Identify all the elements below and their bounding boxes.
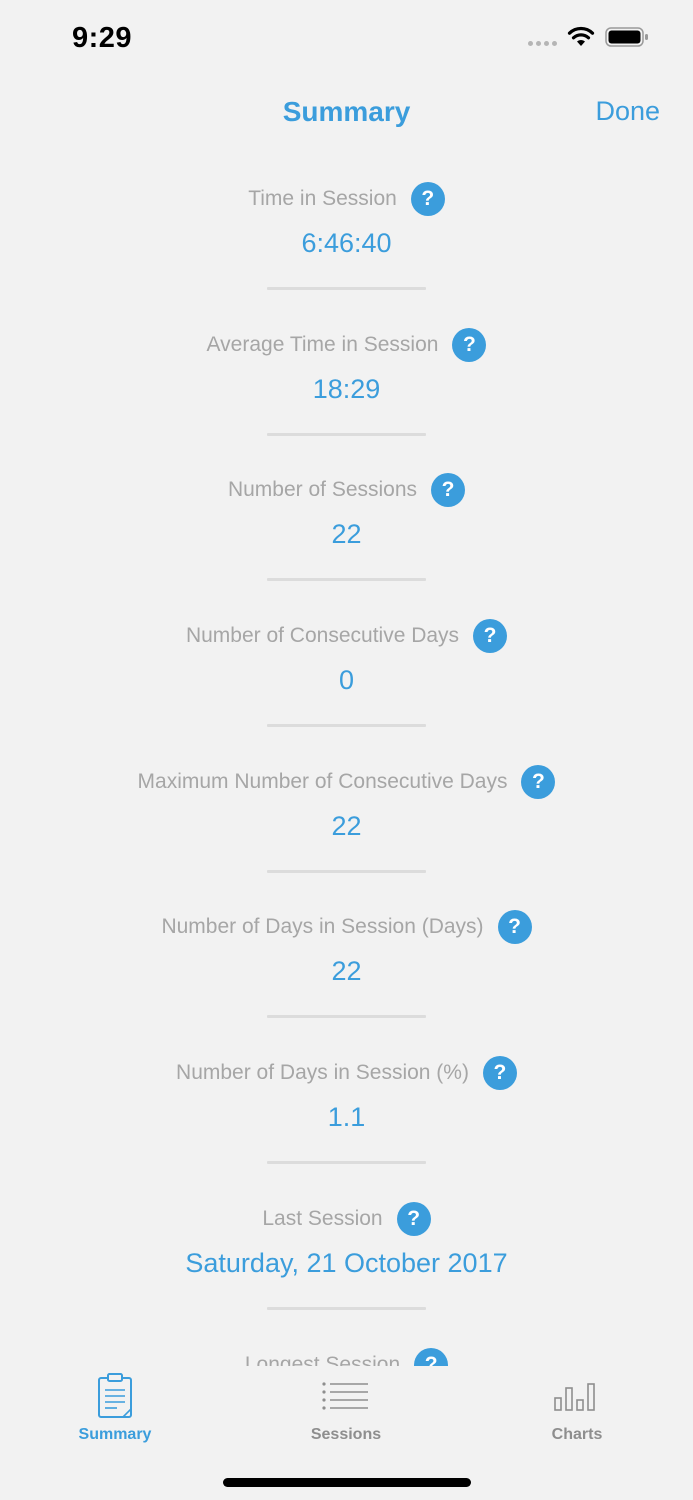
stat-label: Longest Session	[244, 1352, 401, 1367]
navigation-bar: Summary Done	[0, 80, 693, 144]
tab-charts[interactable]: Charts	[497, 1372, 657, 1452]
list-icon	[322, 1382, 368, 1410]
help-icon[interactable]: ?	[431, 473, 466, 508]
stat-average-time-in-session: Average Time in Session ? 18:29	[0, 306, 693, 452]
stat-max-consecutive-days: Maximum Number of Consecutive Days ? 22	[0, 743, 693, 889]
help-icon[interactable]: ?	[497, 910, 532, 945]
stat-value: 18:29	[312, 373, 381, 404]
stat-value: 1.1	[327, 1102, 366, 1133]
summary-list[interactable]: Time in Session ? 6:46:40 Average Time i…	[0, 160, 693, 1366]
help-icon[interactable]: ?	[482, 1056, 517, 1091]
divider	[267, 724, 426, 728]
stat-last-session: Last Session ? Saturday, 21 October 2017	[0, 1180, 693, 1326]
bar-chart-icon	[554, 1383, 595, 1411]
tab-label: Charts	[551, 1426, 603, 1443]
stat-consecutive-days: Number of Consecutive Days ? 0	[0, 597, 693, 743]
status-time: 9:29	[72, 22, 133, 54]
stat-value: 6:46:40	[301, 228, 392, 258]
divider	[267, 869, 426, 873]
status-bar: 9:29	[0, 0, 693, 80]
divider	[267, 1161, 426, 1165]
stat-label: Number of Consecutive Days	[185, 624, 460, 648]
stat-value: 22	[331, 810, 362, 841]
stat-label: Average Time in Session	[206, 332, 439, 356]
stat-label: Number of Days in Session (%)	[176, 1061, 469, 1085]
divider	[267, 287, 426, 290]
divider	[267, 432, 426, 436]
stat-days-in-session-percent: Number of Days in Session (%) ? 1.1	[0, 1034, 693, 1180]
wifi-icon	[567, 26, 595, 46]
stat-value: 22	[331, 519, 362, 550]
home-indicator[interactable]	[223, 1478, 471, 1487]
stat-time-in-session: Time in Session ? 6:46:40	[0, 160, 693, 306]
help-icon[interactable]: ?	[410, 182, 445, 216]
stat-longest-session: Longest Session ?	[0, 1326, 693, 1367]
summary-screen: 9:29 Summary Done Time in Session ? 6:46…	[0, 0, 693, 1500]
stat-label: Time in Session	[248, 187, 397, 210]
tab-sessions[interactable]: Sessions	[266, 1372, 426, 1452]
done-button[interactable]: Done	[595, 96, 660, 127]
help-icon[interactable]: ?	[396, 1201, 431, 1236]
battery-icon	[605, 27, 648, 47]
tab-label: Summary	[78, 1426, 152, 1443]
status-icons	[528, 26, 649, 48]
tab-summary[interactable]: Summary	[35, 1372, 195, 1452]
stat-number-of-sessions: Number of Sessions ? 22	[0, 451, 693, 597]
help-icon[interactable]: ?	[521, 764, 556, 799]
help-icon[interactable]: ?	[414, 1347, 449, 1366]
page-title: Summary	[282, 96, 411, 127]
cellular-signal-icon	[528, 40, 557, 46]
divider	[267, 578, 426, 582]
stat-value: 22	[331, 956, 362, 987]
help-icon[interactable]: ?	[473, 619, 508, 654]
stat-label: Number of Sessions	[227, 478, 418, 502]
stat-value: 0	[338, 665, 355, 696]
clipboard-icon	[98, 1373, 132, 1418]
help-icon[interactable]: ?	[452, 327, 487, 362]
stat-days-in-session-count: Number of Days in Session (Days) ? 22	[0, 888, 693, 1034]
stat-value: Saturday, 21 October 2017	[185, 1247, 508, 1278]
divider	[267, 1015, 426, 1019]
divider	[267, 1306, 426, 1310]
tab-label: Sessions	[310, 1426, 382, 1443]
stat-label: Last Session	[262, 1206, 383, 1230]
stat-label: Maximum Number of Consecutive Days	[137, 769, 508, 793]
stat-label: Number of Days in Session (Days)	[161, 915, 484, 939]
